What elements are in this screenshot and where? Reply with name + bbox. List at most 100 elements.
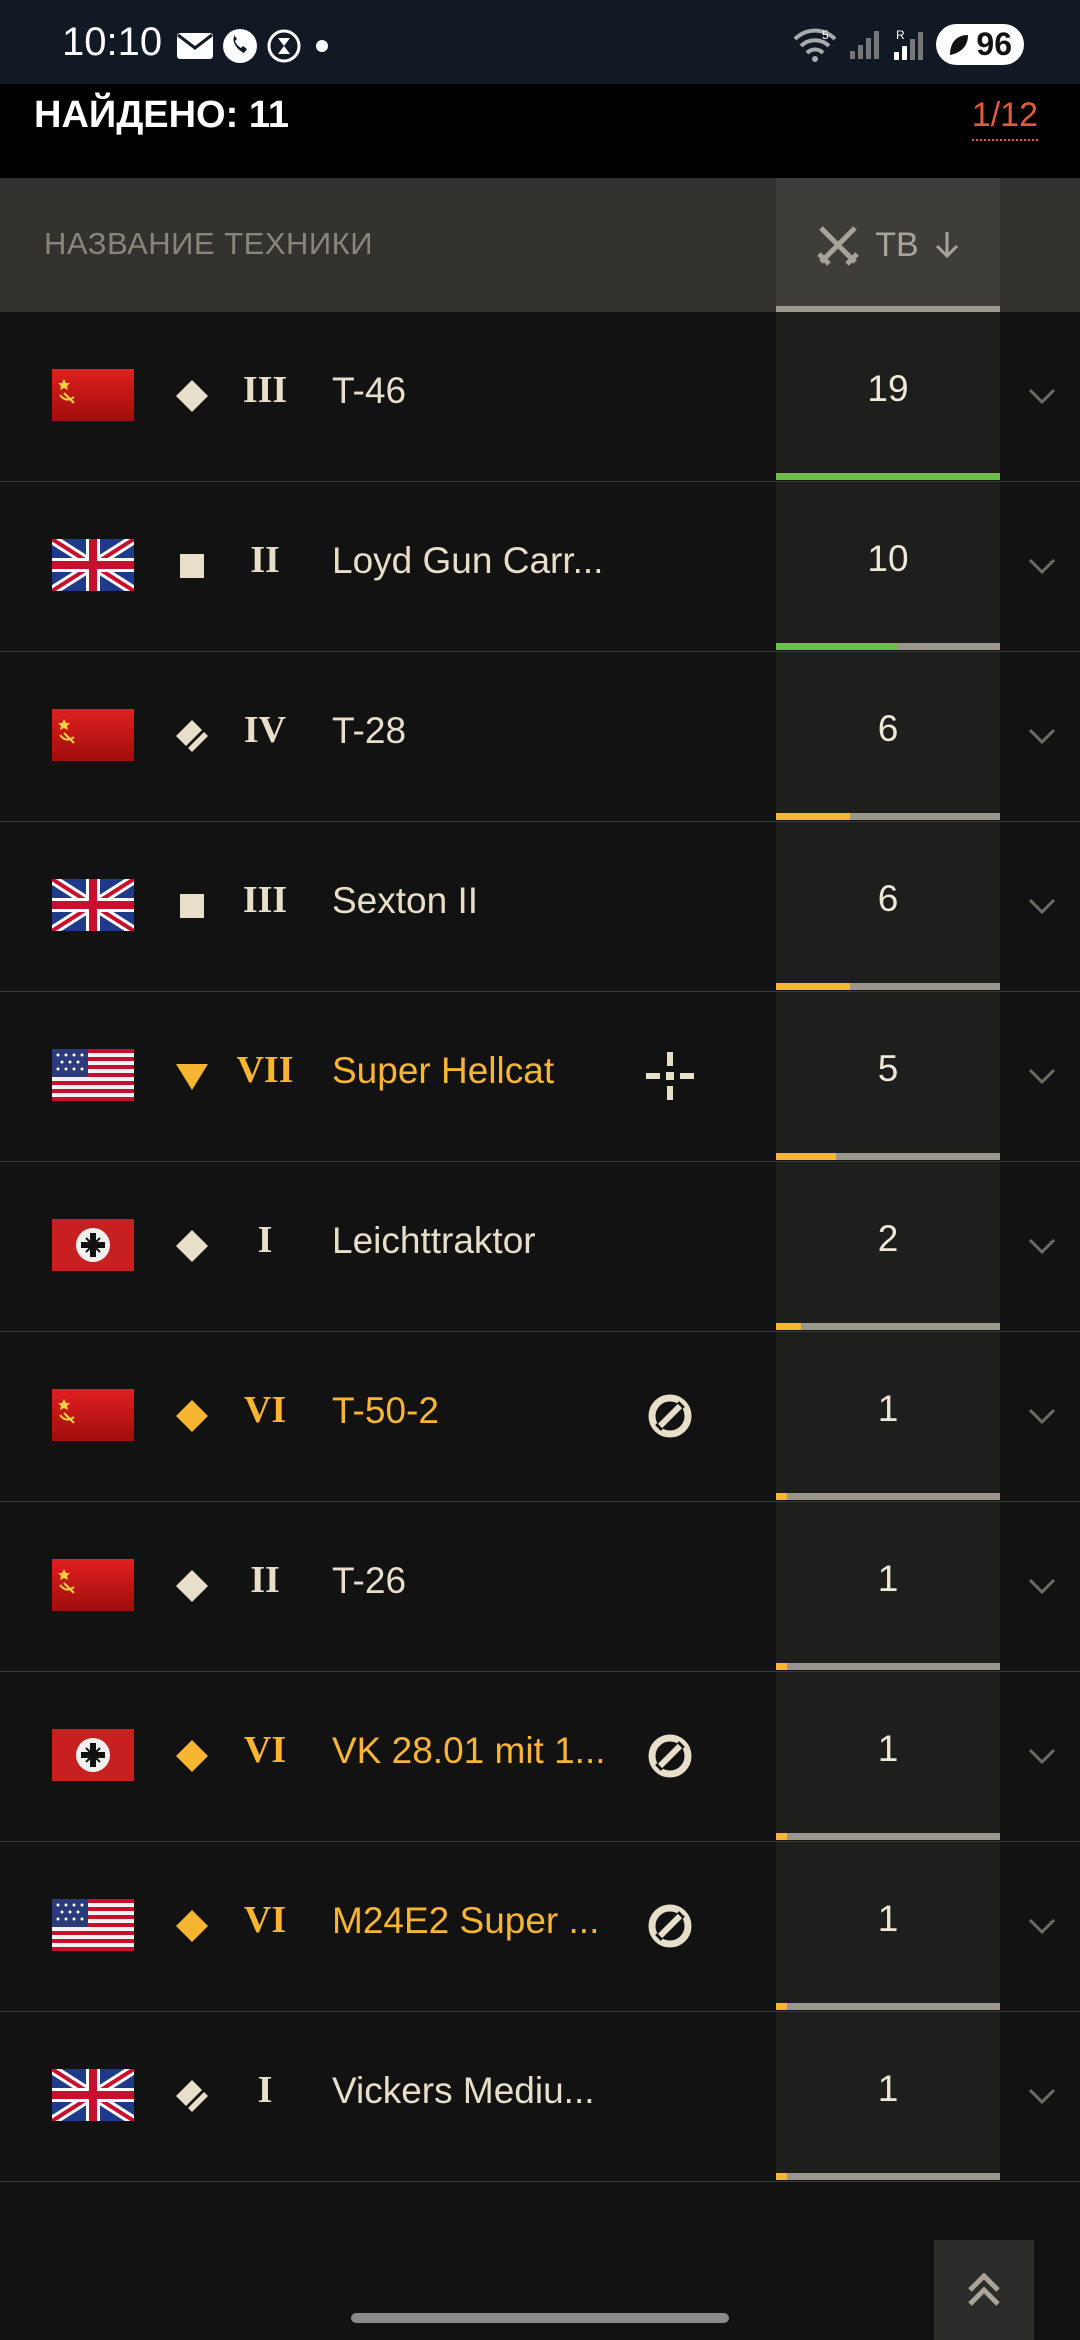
expand-chevron-down-icon[interactable] [1024, 888, 1060, 924]
tb-score-bar-fill [776, 1663, 788, 1670]
timer-icon [267, 29, 301, 63]
vehicle-row[interactable]: I Leichttraktor 2 [0, 1162, 1080, 1332]
tb-score-cell: 5 [776, 992, 1000, 1160]
tb-score-cell: 10 [776, 482, 1000, 650]
battery-level: 96 [976, 26, 1012, 62]
phone-icon [223, 29, 257, 63]
vehicle-row[interactable]: I Vickers Mediu... 1 [0, 2012, 1080, 2182]
vehicle-row[interactable]: IV T-28 6 [0, 652, 1080, 822]
vehicle-name: Super Hellcat [332, 1050, 555, 1091]
home-indicator[interactable] [351, 2313, 729, 2323]
column-header-name[interactable]: НАЗВАНИЕ ТЕХНИКИ [44, 226, 373, 262]
vehicle-row[interactable]: VI VK 28.01 mit 1... 1 [0, 1672, 1080, 1842]
vehicle-tier: I [257, 2069, 273, 2111]
tb-score-bar [776, 473, 1000, 480]
vehicle-row[interactable]: VI T-50-2 1 [0, 1332, 1080, 1502]
tb-score-cell: 1 [776, 1672, 1000, 1840]
system-icons: 5 R 96 [792, 24, 1024, 65]
network-label: 5 [822, 28, 829, 42]
vehicle-row[interactable]: II Loyd Gun Carr... 10 [0, 482, 1080, 652]
roaming-label: R [896, 28, 905, 42]
expand-chevron-down-icon[interactable] [1024, 2078, 1060, 2114]
nation-flag-germany [52, 1219, 134, 1271]
vehicle-row[interactable]: III T-46 19 [0, 312, 1080, 482]
nation-flag-ussr [52, 709, 134, 761]
signal-icon-1 [850, 30, 880, 59]
vehicle-type-split-diamond-icon [174, 2078, 210, 2114]
tb-score: 6 [877, 708, 899, 749]
expand-chevron-down-icon[interactable] [1024, 718, 1060, 754]
cycle-icon [644, 1730, 696, 1782]
tb-score-bar [776, 2003, 1000, 2010]
expand-chevron-down-icon[interactable] [1024, 1738, 1060, 1774]
expand-chevron-down-icon[interactable] [1024, 1228, 1060, 1264]
scroll-to-top-button[interactable] [934, 2240, 1034, 2340]
tb-score-bar-fill [776, 813, 850, 820]
tb-score: 1 [877, 2068, 899, 2109]
tb-score: 5 [877, 1048, 899, 1089]
tb-score: 1 [877, 1388, 899, 1429]
vehicle-row[interactable]: III Sexton II 6 [0, 822, 1080, 992]
cycle-icon [644, 1900, 696, 1952]
vehicle-name: Vickers Mediu... [332, 2070, 595, 2111]
wifi-icon: 5 [793, 28, 837, 62]
vehicle-tier: II [250, 1559, 280, 1601]
status-bar: 10:10 5 R 96 [0, 0, 1080, 84]
status-time: 10:10 [62, 20, 163, 64]
vehicle-name: Sexton II [332, 880, 479, 921]
vehicle-list: III T-46 19 II Loyd Gun Carr... 10 IV T-28 6 III S… [0, 312, 1080, 2182]
vehicle-type-square-icon [174, 888, 210, 924]
crossed-swords-icon [817, 226, 860, 266]
expand-chevron-down-icon[interactable] [1024, 1568, 1060, 1604]
tb-score-bar-fill [776, 1493, 788, 1500]
dot-icon [316, 40, 328, 52]
vehicle-tier: III [242, 879, 288, 921]
tb-score-bar [776, 2173, 1000, 2180]
expand-chevron-down-icon[interactable] [1024, 378, 1060, 414]
tb-score-cell: 2 [776, 1162, 1000, 1330]
crosshair-icon [644, 1050, 696, 1102]
notification-icons [176, 28, 334, 64]
signal-icon-2: R [894, 28, 924, 60]
vehicle-type-diamond-icon [174, 1568, 210, 1604]
vehicle-name: T-46 [332, 370, 407, 411]
vehicle-name: M24E2 Super ... [332, 1900, 600, 1941]
tb-score-cell: 19 [776, 312, 1000, 480]
expand-chevron-down-icon[interactable] [1024, 1058, 1060, 1094]
tb-score-cell: 1 [776, 1842, 1000, 2010]
tb-score-bar-fill [776, 1833, 788, 1840]
nation-flag-ussr [52, 1559, 134, 1611]
vehicle-tier: VI [243, 1899, 287, 1941]
tb-score-bar-fill [776, 2173, 788, 2180]
nation-flag-uk [52, 539, 134, 591]
tb-score-bar-fill [776, 983, 850, 990]
vehicle-tier: I [257, 1219, 273, 1261]
nation-flag-ussr [52, 369, 134, 421]
tb-score-cell: 1 [776, 2012, 1000, 2180]
vehicle-row[interactable]: VI M24E2 Super ... 1 [0, 1842, 1080, 2012]
expand-chevron-down-icon[interactable] [1024, 1398, 1060, 1434]
nation-flag-uk [52, 2069, 134, 2121]
page-counter[interactable]: 1/12 [971, 96, 1038, 141]
expand-chevron-down-icon[interactable] [1024, 1908, 1060, 1944]
expand-chevron-down-icon[interactable] [1024, 548, 1060, 584]
vehicle-name: VK 28.01 mit 1... [332, 1730, 606, 1771]
tb-score-cell: 1 [776, 1332, 1000, 1500]
tb-score: 2 [877, 1218, 899, 1259]
vehicle-row[interactable]: VII Super Hellcat 5 [0, 992, 1080, 1162]
tb-score-bar [776, 643, 1000, 650]
tb-score-bar [776, 813, 1000, 820]
vehicle-tier: III [242, 369, 288, 411]
vehicle-type-split-diamond-icon [174, 718, 210, 754]
tb-score-bar-fill [776, 1153, 837, 1160]
tb-score: 6 [877, 878, 899, 919]
tb-score: 1 [877, 1898, 899, 1939]
nation-flag-germany [52, 1729, 134, 1781]
column-header-tb-label: ТВ [875, 225, 919, 264]
column-header-tb[interactable]: ТВ [776, 178, 1000, 312]
tb-score: 10 [867, 538, 909, 579]
vehicle-tier: VII [236, 1049, 294, 1091]
tb-score-bar-fill [776, 2003, 788, 2010]
vehicle-row[interactable]: II T-26 1 [0, 1502, 1080, 1672]
mail-icon [177, 33, 213, 59]
